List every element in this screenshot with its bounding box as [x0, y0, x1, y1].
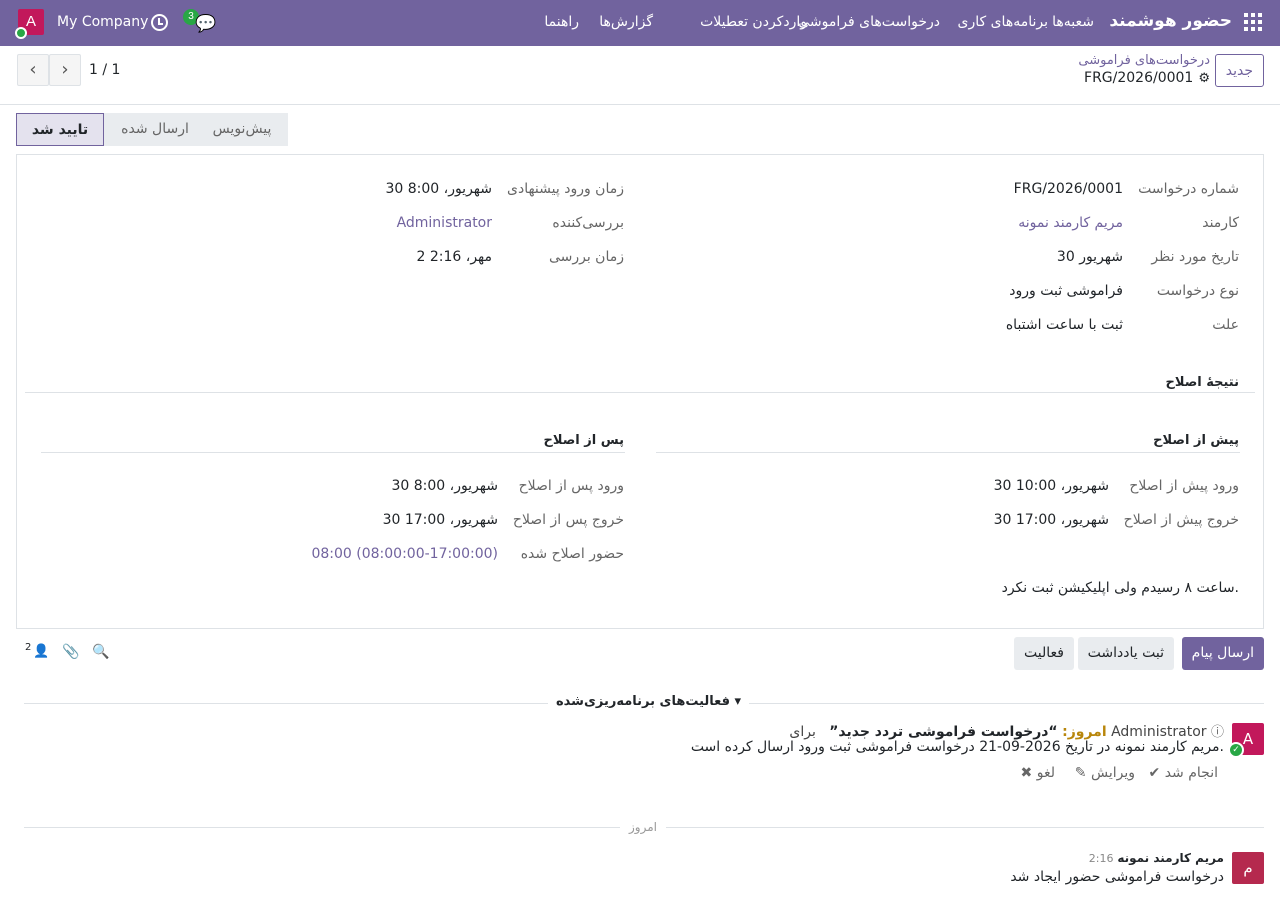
mark-done-link[interactable]: ✔ انجام شد [1149, 765, 1218, 781]
value-reviewer[interactable]: Administrator [397, 215, 492, 231]
message-header: مریم کارمند نمونه 2:16 [1089, 851, 1224, 865]
message-time: 2:16 [1088, 852, 1114, 865]
edit-link[interactable]: ✎ ویرایش [1075, 765, 1135, 781]
menu-reports[interactable]: گزارش‌ها [599, 14, 653, 30]
label-corrected-attendance: حضور اصلاح شده [520, 546, 624, 562]
value-request-type: فراموشی ثبت ورود [1009, 283, 1123, 299]
activity-for-text: برای [789, 724, 816, 740]
log-note-button[interactable]: ثبت یادداشت [1077, 637, 1174, 670]
value-reason: ثبت با ساعت اشتباه [1005, 317, 1123, 333]
pager-value[interactable]: 1 / 1 [89, 62, 120, 78]
cancel-link[interactable]: ✖ لغو [1021, 765, 1055, 781]
pencil-icon: ✎ [1074, 765, 1087, 781]
value-corrected-attendance[interactable]: 08:00 (08:00:00-17:00:00) [311, 546, 498, 562]
label-review-time: زمان بررسی [548, 249, 624, 265]
activity-when: امروز: [1062, 724, 1107, 740]
company-switcher[interactable]: My Company [57, 14, 148, 30]
pager-next-icon[interactable]: › [49, 54, 81, 86]
label-before-checkout: خروج پیش از اصلاح [1123, 512, 1239, 528]
apps-menu-icon[interactable] [1244, 13, 1262, 31]
record-name: FRG/2026/0001 [1084, 70, 1194, 86]
planned-activities-toggle[interactable]: فعالیت‌های برنامه‌ریزی‌شده ▾ [548, 694, 750, 709]
check-icon: ✔ [1148, 765, 1161, 781]
followers-icon[interactable]: 👤 [33, 644, 49, 659]
edit-label: ویرایش [1090, 765, 1135, 781]
label-before-checkin: ورود پیش از اصلاح [1129, 478, 1239, 494]
activity-header: امروز: “درخواست فراموشی تردد جدید” برای … [789, 721, 1224, 740]
activity-assignee: Administrator [1111, 724, 1207, 740]
top-navbar: حضور هوشمند شعبه‌ها برنامه‌های کاری درخو… [0, 0, 1280, 46]
menu-import-holidays[interactable]: واردکردن تعطیلات [700, 14, 807, 30]
pager-previous-icon[interactable]: ‹ [17, 54, 49, 86]
activity-clock-icon[interactable] [151, 14, 168, 31]
label-target-date: تاریخ مورد نظر [1151, 249, 1239, 265]
caret-down-icon: ▾ [734, 694, 742, 709]
breadcrumb-current: FRG/2026/0001 ⚙ [1084, 70, 1210, 86]
message-body: درخواست فراموشی حضور ایجاد شد [1010, 869, 1224, 885]
label-reviewer: بررسی‌کننده [552, 215, 624, 231]
activity-button[interactable]: فعالیت [1014, 637, 1074, 670]
followers-count: 2 [25, 642, 32, 653]
check-circle-icon: ✓ [1228, 742, 1244, 758]
value-after-checkin: 30 شهریور، 8:00 [391, 478, 499, 494]
close-icon: ✖ [1020, 765, 1033, 781]
label-proposed-checkin: زمان ورود پیشنهادی [507, 181, 624, 197]
before-divider [656, 452, 1240, 453]
date-separator: امروز [620, 820, 666, 834]
employee-note: ساعت ۸ رسیدم ولی اپلیکیشن ثبت نکرد. [1001, 580, 1239, 596]
label-employee: کارمند [1202, 215, 1239, 231]
value-before-checkin: 30 شهریور، 10:00 [993, 478, 1109, 494]
value-before-checkout: 30 شهریور، 17:00 [993, 512, 1109, 528]
section-divider [25, 392, 1255, 393]
stage-submitted[interactable]: ارسال شده [104, 113, 196, 146]
search-icon[interactable]: 🔍 [92, 644, 109, 660]
gear-icon[interactable]: ⚙ [1198, 71, 1210, 86]
new-button[interactable]: جدید [1214, 54, 1264, 87]
control-panel: جدید درخواست‌های فراموشی FRG/2026/0001 ⚙ … [0, 46, 1280, 105]
label-request-type: نوع درخواست [1156, 283, 1239, 299]
online-status-icon [15, 27, 27, 39]
planned-activities-title: فعالیت‌های برنامه‌ریزی‌شده [556, 694, 731, 709]
message-avatar: م [1232, 852, 1264, 884]
value-request-number: FRG/2026/0001 [1013, 181, 1123, 197]
menu-branches[interactable]: شعبه‌ها [1052, 14, 1094, 30]
after-title: پس از اصلاح [543, 433, 624, 448]
stage-draft[interactable]: پیش‌نویس [196, 113, 288, 146]
send-message-button[interactable]: ارسال پیام [1181, 637, 1264, 670]
menu-forget-requests[interactable]: درخواست‌های فراموشی [798, 14, 940, 30]
label-after-checkout: خروج پس از اصلاح [512, 512, 624, 528]
value-employee[interactable]: مریم کارمند نمونه [1018, 215, 1123, 231]
mark-done-label: انجام شد [1164, 765, 1218, 781]
after-divider [41, 452, 625, 453]
activity-description: مریم کارمند نمونه در تاریخ 2026-09-21 در… [690, 739, 1224, 755]
cancel-label: لغو [1036, 765, 1055, 781]
value-review-time: 2 مهر، 2:16 [416, 249, 492, 265]
before-title: پیش از اصلاح [1153, 433, 1239, 448]
menu-work-schedules[interactable]: برنامه‌های کاری [958, 14, 1049, 30]
user-avatar[interactable]: A [15, 9, 44, 39]
section-title-result: نتیجهٔ اصلاح [1165, 375, 1239, 390]
breadcrumb-parent[interactable]: درخواست‌های فراموشی [1078, 53, 1210, 68]
message-author: مریم کارمند نمونه [1117, 851, 1224, 865]
label-request-number: شماره درخواست [1138, 181, 1239, 197]
info-icon[interactable]: ⓘ [1211, 725, 1224, 740]
activity-summary: “درخواست فراموشی تردد جدید” [829, 724, 1058, 740]
value-proposed-checkin: 30 شهریور، 8:00 [385, 181, 493, 197]
value-target-date: 30 شهریور [1056, 249, 1123, 265]
label-reason: علت [1212, 317, 1239, 333]
user-avatar-letter: A [25, 13, 36, 30]
status-bar: تایید شد ارسال شده پیش‌نویس [16, 113, 288, 146]
paperclip-icon[interactable]: 📎 [62, 644, 79, 660]
stage-approved[interactable]: تایید شد [16, 113, 104, 146]
app-brand[interactable]: حضور هوشمند [1109, 11, 1232, 31]
label-after-checkin: ورود پس از اصلاح [518, 478, 624, 494]
form-sheet: شماره درخواست FRG/2026/0001 کارمند مریم … [16, 154, 1264, 629]
menu-help[interactable]: راهنما [544, 14, 579, 30]
messages-icon[interactable]: 💬 [195, 14, 216, 34]
value-after-checkout: 30 شهریور، 17:00 [382, 512, 498, 528]
